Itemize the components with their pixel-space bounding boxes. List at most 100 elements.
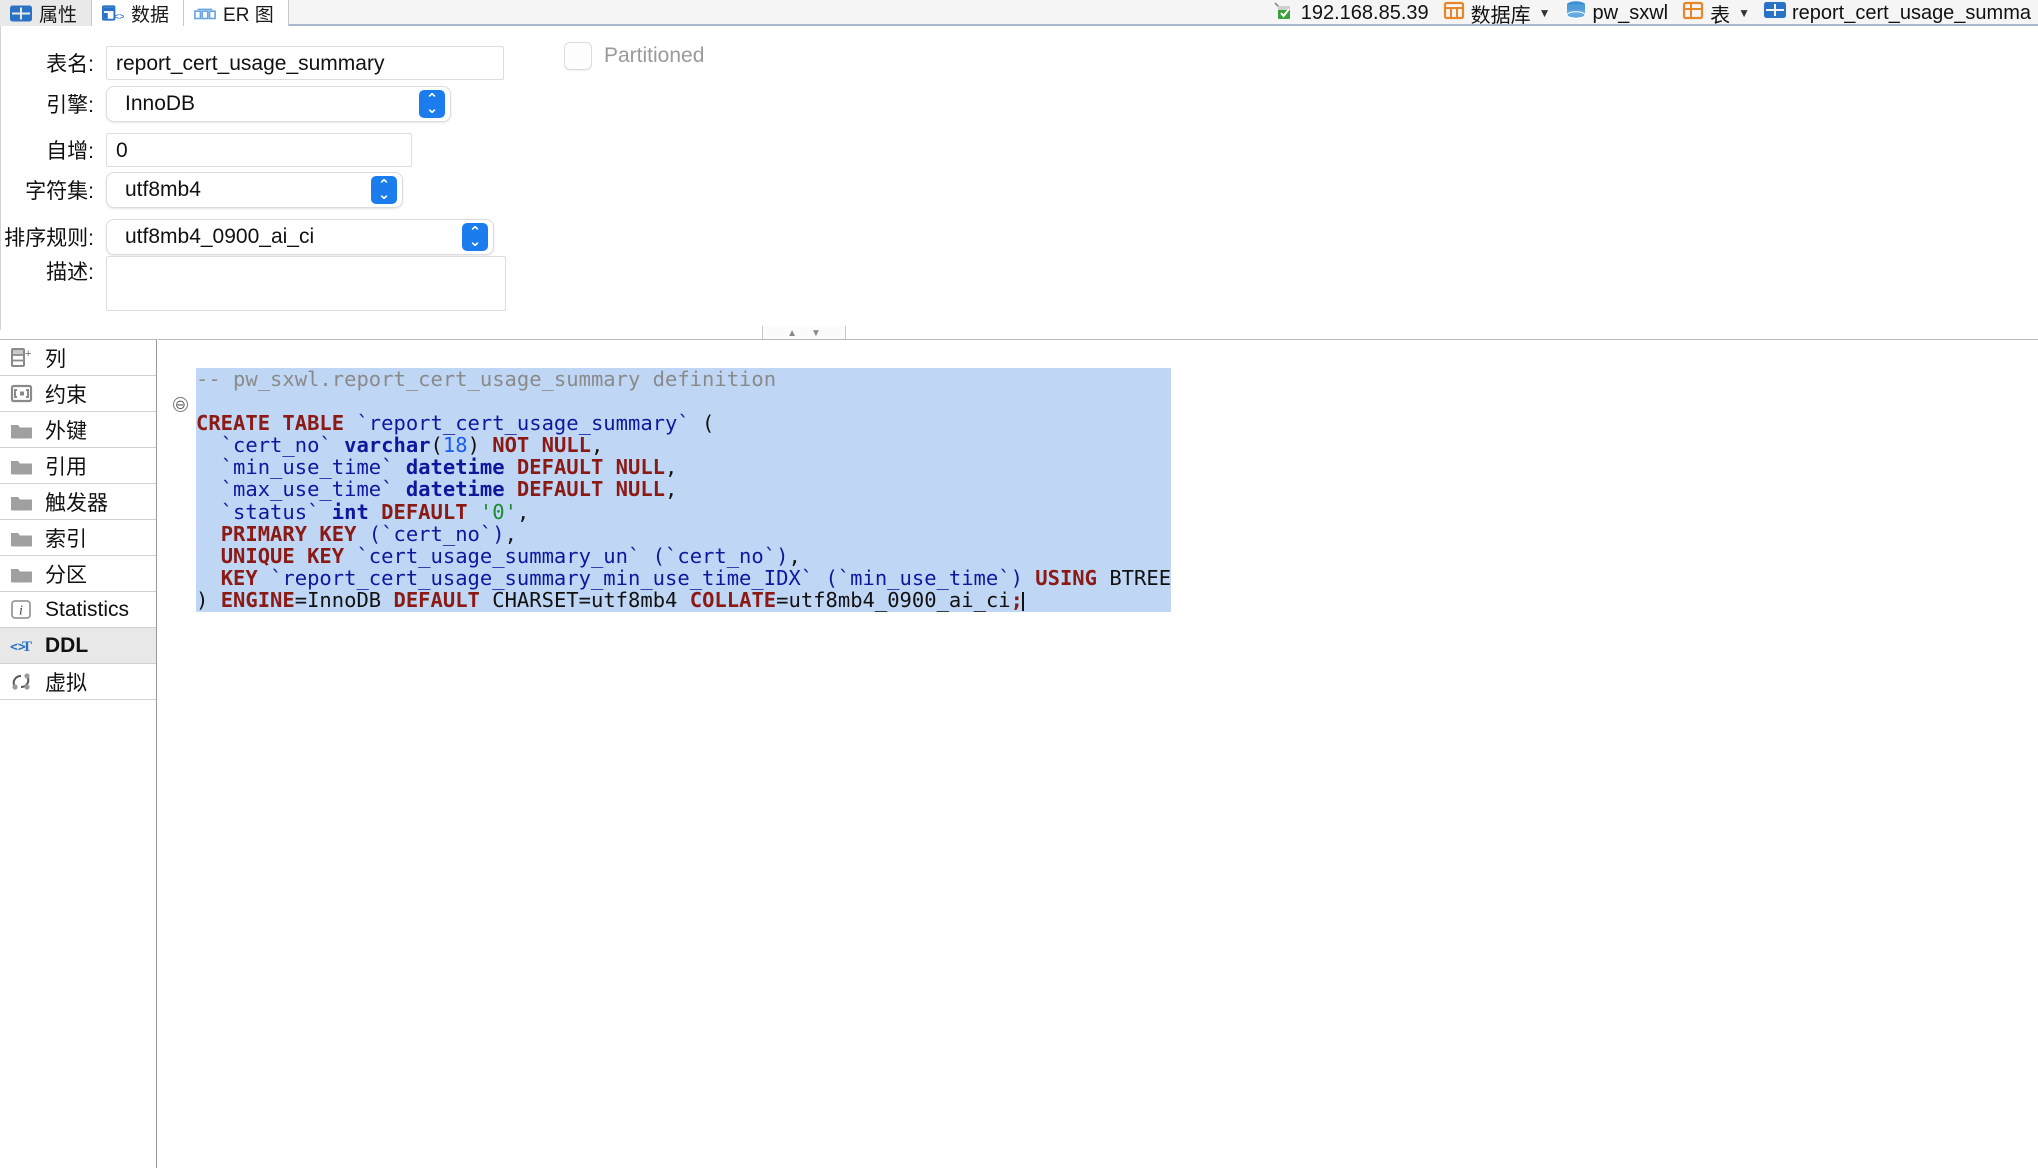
sidebar-item-label: 外键 (45, 419, 87, 443)
breadcrumb-label: report_cert_usage_summa (1791, 1, 2031, 24)
svg-text:<>: <> (113, 12, 124, 22)
chevron-down-icon[interactable]: ▼ (1738, 6, 1750, 20)
tab-data[interactable]: <> 数据 (92, 0, 185, 26)
code-line: CREATE TABLE `report_cert_usage_summary`… (196, 412, 1172, 435)
sidebar-item-columns[interactable]: + 列 (0, 340, 156, 376)
fold-toggle-icon[interactable]: ⊖ (173, 397, 188, 412)
partitioned-label: Partitioned (604, 44, 705, 67)
sidebar-item-references[interactable]: 引用 (0, 448, 156, 484)
chevron-up-icon[interactable]: ▲ (787, 328, 797, 339)
ddl-code-text[interactable]: -- pw_sxwl.report_cert_usage_summary def… (196, 361, 1172, 612)
breadcrumb-item-schema[interactable]: pw_sxwl (1558, 0, 1676, 26)
breadcrumb-label: pw_sxwl (1592, 1, 1669, 24)
editor-gutter: ⊖ (158, 340, 197, 1168)
field-row-comment: 描述: (1, 256, 506, 311)
field-row-collation: 排序规则: utf8mb4_0900_ai_ci ⌃ ⌄ (1, 219, 494, 255)
breadcrumb-item-databases[interactable]: 数据库 ▼ (1436, 0, 1558, 26)
sidebar-item-label: 索引 (45, 527, 87, 551)
sidebar-item-foreign-keys[interactable]: 外键 (0, 412, 156, 448)
auto-increment-label: 自增: (46, 140, 94, 163)
sidebar-item-ddl[interactable]: <> T DDL (0, 628, 156, 664)
sidebar-item-triggers[interactable]: 触发器 (0, 484, 156, 520)
engine-select[interactable]: InnoDB ⌃ ⌄ (106, 86, 451, 122)
field-row-charset: 字符集: utf8mb4 ⌃ ⌄ (1, 172, 403, 208)
virtual-icon (10, 671, 36, 693)
folder-icon (10, 491, 36, 513)
svg-text:T: T (22, 639, 32, 655)
breadcrumb: 192.168.85.39 数据库 ▼ pw_sxwl 表 ▼ report_c… (1266, 0, 2038, 26)
ddl-code-editor[interactable]: ⊖ -- pw_sxwl.report_cert_usage_summary d… (158, 339, 2038, 1168)
code-line: PRIMARY KEY (`cert_no`), (196, 523, 1172, 545)
sidebar-item-statistics[interactable]: i Statistics (0, 592, 156, 628)
breadcrumb-item-tables[interactable]: 表 ▼ (1675, 0, 1757, 26)
table-name-label: 表名: (46, 53, 94, 76)
tab-properties[interactable]: 属性 (0, 0, 93, 26)
breadcrumb-label: 数据库 (1470, 4, 1531, 27)
tab-label: ER 图 (223, 4, 274, 26)
info-icon: i (10, 599, 36, 621)
code-text-icon: <> T (10, 635, 36, 657)
er-diagram-icon (194, 4, 216, 22)
comment-textarea[interactable] (106, 256, 506, 311)
collation-select[interactable]: utf8mb4_0900_ai_ci ⌃ ⌄ (106, 219, 494, 255)
folder-icon (10, 563, 36, 585)
comment-label: 描述: (46, 261, 94, 284)
database-group-icon (1443, 0, 1465, 26)
tab-label: 数据 (131, 4, 170, 26)
code-line: ) ENGINE=InnoDB DEFAULT CHARSET=utf8mb4 … (196, 589, 1172, 612)
chevron-down-icon[interactable]: ▼ (811, 328, 821, 339)
sidebar-item-virtual[interactable]: 虚拟 (0, 664, 156, 700)
folder-icon (10, 455, 36, 477)
breadcrumb-label: 表 (1710, 4, 1731, 27)
sidebar-item-partitions[interactable]: 分区 (0, 556, 156, 592)
table-name-input[interactable]: report_cert_usage_summary (106, 46, 504, 80)
sidebar-item-label: 触发器 (45, 491, 108, 515)
code-line: KEY `report_cert_usage_summary_min_use_t… (196, 567, 1172, 590)
code-line (196, 389, 1172, 412)
charset-select[interactable]: utf8mb4 ⌃ ⌄ (106, 172, 403, 208)
chevron-updown-icon[interactable]: ⌃ ⌄ (462, 223, 488, 251)
text-cursor (1021, 592, 1024, 612)
breadcrumb-item-connection[interactable]: 192.168.85.39 (1266, 0, 1436, 26)
code-line: -- pw_sxwl.report_cert_usage_summary def… (196, 367, 1172, 390)
breadcrumb-item-table[interactable]: report_cert_usage_summa (1757, 1, 2038, 25)
code-line: `min_use_time` datetime DEFAULT NULL, (196, 456, 1172, 479)
table-icon (1763, 1, 1786, 25)
auto-increment-input[interactable]: 0 (106, 133, 412, 167)
code-line: `max_use_time` datetime DEFAULT NULL, (196, 478, 1172, 501)
collation-label: 排序规则: (4, 227, 94, 250)
sidebar-item-label: 引用 (45, 455, 87, 479)
sidebar-item-indexes[interactable]: 索引 (0, 520, 156, 556)
sidebar-item-constraints[interactable]: 约束 (0, 376, 156, 412)
folder-icon (10, 527, 36, 549)
breadcrumb-label: 192.168.85.39 (1300, 1, 1429, 24)
splitter-bar[interactable] (0, 330, 2038, 336)
collation-value: utf8mb4_0900_ai_ci (125, 225, 315, 248)
field-row-engine: 引擎: InnoDB ⌃ ⌄ (1, 86, 451, 122)
sidebar-item-label: 虚拟 (45, 671, 87, 695)
schema-icon (1565, 0, 1587, 26)
field-row-table-name: 表名: report_cert_usage_summary (1, 46, 504, 80)
tab-label: 属性 (39, 4, 78, 26)
data-grid-icon: <> (102, 4, 124, 22)
folder-icon (10, 419, 36, 441)
svg-text:i: i (19, 604, 23, 619)
sidebar-item-label: DDL (45, 633, 89, 657)
charset-label: 字符集: (25, 180, 94, 203)
field-row-auto-increment: 自增: 0 (1, 133, 412, 167)
tab-er-diagram[interactable]: ER 图 (184, 0, 289, 26)
partitioned-checkbox-row[interactable]: Partitioned (564, 42, 704, 70)
table-properties-form: 表名: report_cert_usage_summary 引擎: InnoDB… (0, 26, 2038, 330)
table-sections-sidebar: + 列 约束 外键 引用 触发器 索引 分区 i Statistics <> T… (0, 339, 157, 1168)
sidebar-item-label: 列 (45, 347, 66, 371)
tables-folder-icon (1682, 0, 1704, 26)
chevron-updown-icon[interactable]: ⌃ ⌄ (419, 90, 445, 118)
chevron-updown-icon[interactable]: ⌃ ⌄ (371, 176, 397, 204)
partitioned-checkbox[interactable] (564, 42, 592, 70)
svg-text:+: + (25, 348, 31, 360)
code-line: `status` int DEFAULT '0', (196, 501, 1172, 523)
charset-value: utf8mb4 (125, 178, 201, 201)
chevron-down-icon[interactable]: ▼ (1539, 6, 1551, 20)
sidebar-item-label: Statistics (45, 597, 130, 621)
code-line: `cert_no` varchar(18) NOT NULL, (196, 434, 1172, 457)
